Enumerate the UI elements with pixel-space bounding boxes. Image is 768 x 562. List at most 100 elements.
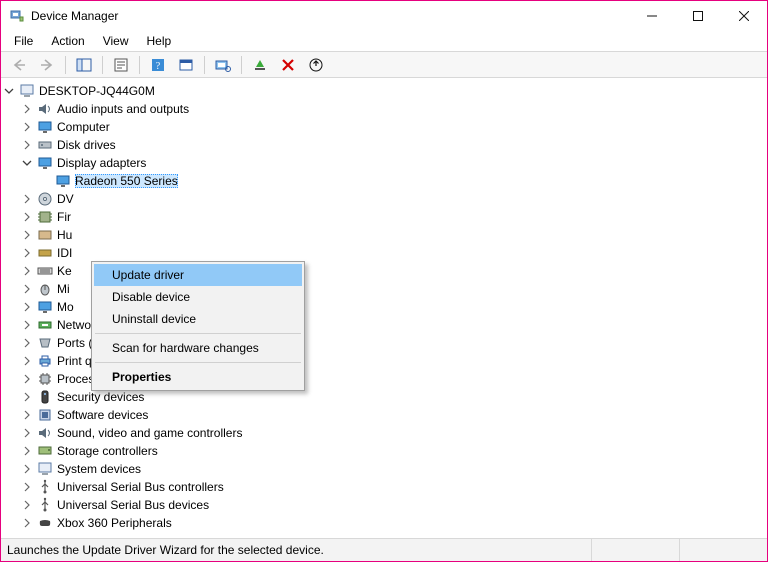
tree-label: Ke bbox=[57, 264, 72, 278]
software-icon bbox=[37, 407, 53, 423]
hid-icon bbox=[37, 227, 53, 243]
ctx-update-driver[interactable]: Update driver bbox=[94, 264, 302, 286]
expand-icon[interactable] bbox=[19, 425, 35, 441]
properties-button[interactable] bbox=[108, 53, 134, 77]
expand-icon[interactable] bbox=[19, 443, 35, 459]
action-center-button[interactable] bbox=[173, 53, 199, 77]
expand-icon[interactable] bbox=[19, 317, 35, 333]
expand-icon[interactable] bbox=[19, 281, 35, 297]
status-cell-empty bbox=[680, 539, 767, 561]
expand-icon[interactable] bbox=[19, 389, 35, 405]
tree-category-ide[interactable]: IDI bbox=[1, 244, 767, 262]
ctx-properties[interactable]: Properties bbox=[94, 366, 302, 388]
tree-label: Universal Serial Bus controllers bbox=[57, 480, 224, 494]
expand-icon[interactable] bbox=[19, 263, 35, 279]
enable-device-button[interactable] bbox=[247, 53, 273, 77]
port-icon bbox=[37, 335, 53, 351]
expand-icon[interactable] bbox=[19, 479, 35, 495]
scan-hardware-button[interactable] bbox=[210, 53, 236, 77]
system-icon bbox=[37, 461, 53, 477]
close-button[interactable] bbox=[721, 1, 767, 31]
tree-category-hid[interactable]: Hu bbox=[1, 226, 767, 244]
help-button[interactable]: ? bbox=[145, 53, 171, 77]
menu-help[interactable]: Help bbox=[138, 32, 181, 50]
context-menu: Update driver Disable device Uninstall d… bbox=[91, 261, 305, 391]
collapse-icon[interactable] bbox=[1, 83, 17, 99]
tree-category-storage-controllers[interactable]: Storage controllers bbox=[1, 442, 767, 460]
security-icon bbox=[37, 389, 53, 405]
tree-category-usb-devices[interactable]: Universal Serial Bus devices bbox=[1, 496, 767, 514]
expand-icon[interactable] bbox=[19, 371, 35, 387]
tree-category-computer[interactable]: Computer bbox=[1, 118, 767, 136]
tree-label: Computer bbox=[57, 120, 110, 134]
expand-icon[interactable] bbox=[19, 137, 35, 153]
tree-category-audio[interactable]: Audio inputs and outputs bbox=[1, 100, 767, 118]
window-frame: Device Manager File Action View Help bbox=[0, 0, 768, 562]
tree-root[interactable]: DESKTOP-JQ44G0M bbox=[1, 82, 767, 100]
expand-icon[interactable] bbox=[19, 407, 35, 423]
expand-icon[interactable] bbox=[19, 101, 35, 117]
nav-back-button[interactable] bbox=[6, 53, 32, 77]
tree-label: DV bbox=[57, 192, 74, 206]
expand-icon[interactable] bbox=[19, 119, 35, 135]
toolbar-separator bbox=[204, 56, 205, 74]
expand-icon[interactable] bbox=[19, 227, 35, 243]
expand-icon[interactable] bbox=[19, 461, 35, 477]
expand-icon[interactable] bbox=[19, 209, 35, 225]
computer-icon bbox=[19, 83, 35, 99]
tree-category-usb-controllers[interactable]: Universal Serial Bus controllers bbox=[1, 478, 767, 496]
tree-category-xbox[interactable]: Xbox 360 Peripherals bbox=[1, 514, 767, 532]
maximize-button[interactable] bbox=[675, 1, 721, 31]
tree-label: Audio inputs and outputs bbox=[57, 102, 189, 116]
menu-action[interactable]: Action bbox=[42, 32, 93, 50]
menu-file[interactable]: File bbox=[5, 32, 42, 50]
toolbar-separator bbox=[241, 56, 242, 74]
expand-icon[interactable] bbox=[19, 353, 35, 369]
monitor-icon bbox=[37, 155, 53, 171]
window-controls bbox=[629, 1, 767, 31]
ctx-uninstall-device[interactable]: Uninstall device bbox=[94, 308, 302, 330]
status-bar: Launches the Update Driver Wizard for th… bbox=[1, 539, 767, 561]
update-driver-button[interactable] bbox=[303, 53, 329, 77]
tree-label: Software devices bbox=[57, 408, 148, 422]
tree-category-disk-drives[interactable]: Disk drives bbox=[1, 136, 767, 154]
toolbar: ? bbox=[1, 51, 767, 78]
tree-category-system[interactable]: System devices bbox=[1, 460, 767, 478]
disc-icon bbox=[37, 191, 53, 207]
tree-label: Display adapters bbox=[57, 156, 146, 170]
expand-icon[interactable] bbox=[19, 191, 35, 207]
cpu-icon bbox=[37, 371, 53, 387]
titlebar[interactable]: Device Manager bbox=[1, 1, 767, 31]
tree-label: Hu bbox=[57, 228, 72, 242]
tree-category-sound-video[interactable]: Sound, video and game controllers bbox=[1, 424, 767, 442]
tree-label: System devices bbox=[57, 462, 141, 476]
speaker-icon bbox=[37, 101, 53, 117]
menu-view[interactable]: View bbox=[94, 32, 138, 50]
nav-forward-button[interactable] bbox=[34, 53, 60, 77]
collapse-icon[interactable] bbox=[19, 155, 35, 171]
device-tree-view[interactable]: DESKTOP-JQ44G0M Audio inputs and outputs… bbox=[1, 78, 767, 539]
tree-category-firmware[interactable]: Fir bbox=[1, 208, 767, 226]
tree-label: Security devices bbox=[57, 390, 144, 404]
arrow-placeholder bbox=[37, 173, 53, 189]
disk-icon bbox=[37, 137, 53, 153]
ctx-scan-hardware[interactable]: Scan for hardware changes bbox=[94, 337, 302, 359]
tree-category-software-devices[interactable]: Software devices bbox=[1, 406, 767, 424]
ctx-disable-device[interactable]: Disable device bbox=[94, 286, 302, 308]
uninstall-device-button[interactable] bbox=[275, 53, 301, 77]
tree-category-dvd[interactable]: DV bbox=[1, 190, 767, 208]
show-hide-console-button[interactable] bbox=[71, 53, 97, 77]
expand-icon[interactable] bbox=[19, 299, 35, 315]
expand-icon[interactable] bbox=[19, 335, 35, 351]
tree-category-display-adapters[interactable]: Display adapters bbox=[1, 154, 767, 172]
mouse-icon bbox=[37, 281, 53, 297]
expand-icon[interactable] bbox=[19, 515, 35, 531]
tree-label: Xbox 360 Peripherals bbox=[57, 516, 172, 530]
tree-device-radeon-550[interactable]: Radeon 550 Series bbox=[1, 172, 767, 190]
expand-icon[interactable] bbox=[19, 497, 35, 513]
expand-icon[interactable] bbox=[19, 245, 35, 261]
status-text: Launches the Update Driver Wizard for th… bbox=[1, 539, 592, 561]
tree-label: Universal Serial Bus devices bbox=[57, 498, 209, 512]
window-title: Device Manager bbox=[31, 9, 629, 23]
minimize-button[interactable] bbox=[629, 1, 675, 31]
